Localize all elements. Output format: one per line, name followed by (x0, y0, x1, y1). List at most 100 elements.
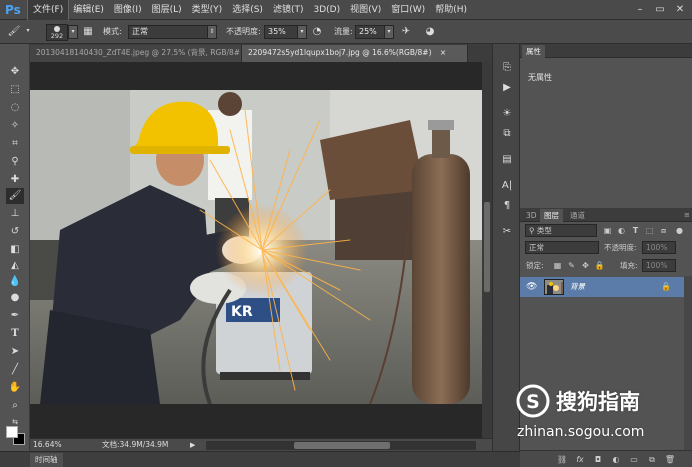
eyedropper-tool-icon[interactable]: ⚲ (6, 154, 24, 170)
flow-chevron-icon[interactable]: ▾ (384, 25, 394, 39)
character-panel-icon[interactable]: A| (499, 178, 515, 194)
add-mask-icon[interactable]: ◘ (592, 454, 604, 465)
lock-position-icon[interactable]: ✥ (580, 260, 591, 271)
menu-image[interactable]: 图像(I) (109, 0, 147, 20)
filter-shape-icon[interactable]: ⬚ (644, 225, 655, 236)
tab-layers[interactable]: 图层 (540, 209, 563, 222)
fill-input[interactable]: 100% (642, 259, 676, 272)
adjustments-panel-icon[interactable]: ☀ (499, 106, 515, 122)
menu-3d[interactable]: 3D(D) (308, 0, 345, 20)
tab-channels[interactable]: 通道 (566, 209, 589, 222)
new-layer-icon[interactable]: ⧉ (646, 454, 658, 465)
layer-row-background[interactable]: 👁 背景 🔒 (520, 277, 684, 297)
lasso-tool-icon[interactable]: ◌ (6, 100, 24, 116)
link-layers-icon[interactable]: ⛓ (556, 454, 568, 465)
menu-filter[interactable]: 滤镜(T) (268, 0, 309, 20)
tab-document-2[interactable]: 2209472s5yd1lqupx1boj7.jpg @ 16.6%(RGB/8… (242, 45, 468, 62)
horizontal-scroll-thumb[interactable] (294, 442, 390, 449)
layer-opacity-input[interactable]: 100% (642, 241, 676, 254)
healing-brush-tool-icon[interactable]: ✚ (6, 172, 24, 188)
tool-preset-chevron-icon[interactable]: ▾ (24, 25, 32, 39)
line-tool-icon[interactable]: ╱ (6, 362, 24, 378)
opacity-chevron-icon[interactable]: ▾ (297, 25, 307, 39)
menu-edit[interactable]: 编辑(E) (68, 0, 109, 20)
menu-type[interactable]: 类型(Y) (187, 0, 228, 20)
layer-name[interactable]: 背景 (570, 281, 585, 293)
zoom-level[interactable]: 16.64% (33, 439, 62, 451)
mode-chevron-icon[interactable]: ⇕ (207, 25, 217, 39)
panel-menu-icon[interactable]: ≡ (680, 209, 692, 222)
vertical-scroll-thumb[interactable] (484, 202, 490, 292)
blend-mode-select[interactable]: 正常 (525, 241, 599, 254)
flow-input[interactable]: 25% (355, 25, 385, 39)
document-image[interactable]: KR (30, 90, 482, 404)
photoshop-logo: Ps (5, 3, 21, 17)
opacity-input[interactable]: 35% (264, 25, 298, 39)
foreground-color-swatch[interactable] (6, 426, 18, 438)
close-button[interactable]: ✕ (670, 0, 690, 20)
menu-help[interactable]: 帮助(H) (430, 0, 472, 20)
brush-picker-chevron-icon[interactable]: ▾ (68, 25, 78, 39)
brush-tool-icon[interactable]: 🖌 (6, 25, 22, 39)
path-selection-tool-icon[interactable]: ➤ (6, 344, 24, 360)
layer-style-fx-icon[interactable]: fx (574, 454, 586, 465)
tab-document-2-close-icon[interactable]: × (440, 48, 446, 57)
minimize-button[interactable]: – (630, 0, 650, 20)
layers-scrollbar[interactable] (684, 276, 692, 450)
menu-layer[interactable]: 图层(L) (147, 0, 187, 20)
mode-select[interactable]: 正常 (128, 25, 208, 39)
brush-tool-icon[interactable]: 🖌 (6, 188, 24, 204)
canvas-vertical-scrollbar[interactable] (482, 62, 492, 438)
crop-tool-icon[interactable]: ⌗ (6, 136, 24, 152)
properties-panel-icon[interactable]: ⧉ (499, 126, 515, 142)
filter-smart-object-icon[interactable]: ⧈ (658, 225, 669, 236)
type-tool-icon[interactable]: T (6, 326, 24, 342)
filter-adjustment-icon[interactable]: ◐ (616, 225, 627, 236)
delete-layer-icon[interactable]: 🗑 (664, 454, 676, 465)
menu-view[interactable]: 视图(V) (345, 0, 386, 20)
menu-select[interactable]: 选择(S) (227, 0, 268, 20)
airbrush-icon[interactable]: ✈ (398, 25, 414, 39)
tab-3d[interactable]: 3D (522, 209, 541, 222)
timeline-tab[interactable]: 时间轴 (30, 453, 63, 467)
tab-properties[interactable]: 属性 (522, 45, 545, 58)
canvas-horizontal-scrollbar[interactable] (206, 441, 476, 450)
lock-image-icon[interactable]: ✎ (566, 260, 577, 271)
paragraph-panel-icon[interactable]: ¶ (499, 198, 515, 214)
lock-all-icon[interactable]: 🔒 (594, 260, 605, 271)
layer-filter-kind-select[interactable]: ⚲ 类型 (525, 224, 597, 237)
tool-presets-panel-icon[interactable]: ✂ (499, 224, 515, 240)
brush-panel-toggle-icon[interactable]: ▦ (80, 25, 96, 39)
tab-document-1[interactable]: 20130418140430_ZdT4E.jpeg @ 27.5% (背景, R… (30, 45, 242, 62)
history-panel-icon[interactable]: ⎘ (499, 60, 515, 76)
new-adjustment-layer-icon[interactable]: ◐ (610, 454, 622, 465)
brush-size-picker[interactable]: 292 (46, 24, 68, 41)
menu-file[interactable]: 文件(F) (26, 0, 70, 21)
filter-pixel-icon[interactable]: ▣ (602, 225, 613, 236)
actions-panel-icon[interactable]: ▶ (499, 80, 515, 96)
pen-tool-icon[interactable]: ✒ (6, 308, 24, 324)
magic-wand-tool-icon[interactable]: ✧ (6, 118, 24, 134)
maximize-button[interactable]: ▭ (650, 0, 670, 20)
move-tool-icon[interactable]: ✥ (6, 64, 24, 80)
history-brush-tool-icon[interactable]: ↺ (6, 224, 24, 240)
marquee-tool-icon[interactable]: ⬚ (6, 82, 24, 98)
dodge-tool-icon[interactable]: ● (6, 290, 24, 306)
filter-toggle-icon[interactable]: ● (674, 225, 685, 236)
eraser-tool-icon[interactable]: ◧ (6, 242, 24, 258)
brush-presets-panel-icon[interactable]: ▤ (499, 152, 515, 168)
opacity-pressure-icon[interactable]: ◔ (309, 25, 325, 39)
size-pressure-icon[interactable]: ◕ (422, 25, 438, 39)
new-group-icon[interactable]: ▭ (628, 454, 640, 465)
hand-tool-icon[interactable]: ✋ (6, 380, 24, 396)
zoom-tool-icon[interactable]: ⌕ (6, 398, 24, 414)
paint-bucket-tool-icon[interactable]: ◭ (6, 258, 24, 274)
filter-type-icon[interactable]: T (630, 225, 641, 236)
status-menu-arrow-icon[interactable]: ▶ (190, 439, 195, 451)
lock-transparent-icon[interactable]: ▦ (552, 260, 563, 271)
blur-tool-icon[interactable]: 💧 (6, 274, 24, 290)
layer-visibility-eye-icon[interactable]: 👁 (526, 281, 538, 293)
canvas-area[interactable]: KR (30, 62, 482, 438)
clone-stamp-tool-icon[interactable]: ⊥ (6, 206, 24, 222)
menu-window[interactable]: 窗口(W) (386, 0, 430, 20)
